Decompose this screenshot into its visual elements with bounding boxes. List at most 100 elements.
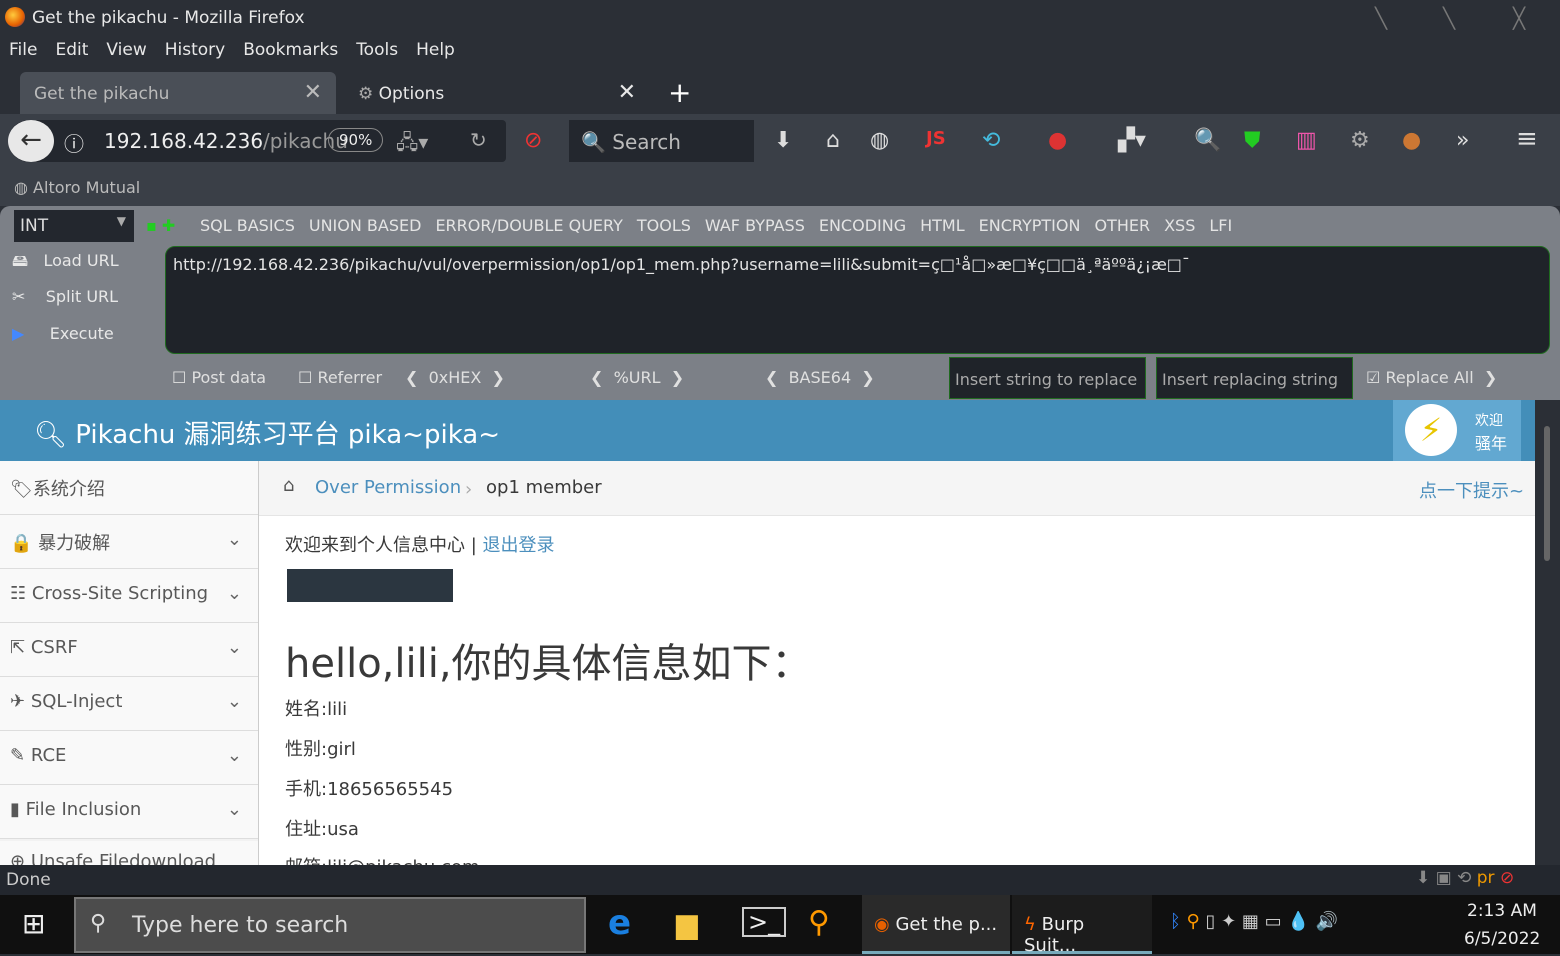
proxy-icon[interactable]: ⟲ — [982, 128, 1000, 153]
menu-encryption[interactable]: ENCRYPTION — [979, 216, 1081, 235]
scissors-icon: ✂ — [12, 287, 26, 306]
edge-icon[interactable]: e — [608, 903, 631, 943]
new-tab-button[interactable]: + — [668, 76, 691, 109]
tab-options[interactable]: ⚙ Options ✕ — [344, 72, 644, 114]
windows-start-icon[interactable]: ⊞ — [22, 907, 45, 940]
welcome-label: 欢迎 — [1475, 413, 1503, 429]
post-data-checkbox[interactable]: ☐ Post data — [172, 368, 266, 387]
menu-encoding[interactable]: ENCODING — [819, 216, 906, 235]
menu-union-based[interactable]: UNION BASED — [309, 216, 422, 235]
sidebar-item-csrf[interactable]: ⇱ CSRF ⌄ — [0, 623, 258, 677]
taskbar: ⊞ ⚲ Type here to search e ▆ >_ ⚲ ◉ Get th… — [0, 895, 1560, 956]
menu-view[interactable]: View — [106, 40, 146, 60]
breadcrumb-parent[interactable]: Over Permission — [315, 477, 461, 498]
base64-buttons[interactable]: ❮ BASE64 ❯ — [765, 368, 875, 387]
inspect-icon[interactable]: 🔍 — [1194, 128, 1221, 153]
noscript-icon[interactable]: ⊘ — [524, 128, 542, 153]
hackbar-icon[interactable]: ● — [1048, 128, 1067, 153]
menu-history[interactable]: History — [165, 40, 225, 60]
replace-all-checkbox[interactable]: ☑ Replace All ❯ — [1366, 368, 1497, 387]
maximize-button[interactable]: ╲ — [1443, 6, 1455, 30]
sidebar-item-brute-force[interactable]: 🔒 暴力破解 ⌄ — [0, 515, 258, 569]
menu-tools[interactable]: TOOLS — [637, 216, 691, 235]
type-select[interactable]: INT ▼ — [14, 210, 134, 242]
minimize-button[interactable]: ╲ — [1375, 6, 1387, 30]
sidebar-item-sqli[interactable]: ✈ SQL-Inject ⌄ — [0, 677, 258, 731]
sidebar: 🏷系统介绍 🔒 暴力破解 ⌄ ☷ Cross-Site Scripting ⌄ ⇱ … — [0, 461, 259, 871]
page-scrollbar[interactable] — [1535, 400, 1560, 865]
menu-error-double-query[interactable]: ERROR/DOUBLE QUERY — [435, 216, 622, 235]
extension-icon[interactable]: ▥ — [1296, 128, 1317, 153]
sidebar-item-xss[interactable]: ☷ Cross-Site Scripting ⌄ — [0, 569, 258, 623]
taskbar-burp[interactable]: ϟ Burp Suit... — [1012, 895, 1152, 956]
home-icon[interactable]: ⌂ — [826, 128, 840, 153]
user-menu[interactable]: ⚡ 欢迎 骚年 — [1393, 400, 1521, 461]
replace-to-input[interactable]: Insert replacing string — [1156, 357, 1353, 399]
sidebar-item-intro[interactable]: 🏷系统介绍 — [0, 461, 258, 515]
cookie-icon[interactable]: ● — [1402, 128, 1421, 153]
page-actions-icon[interactable]: 🖧▾ — [396, 128, 428, 162]
menu-bookmarks[interactable]: Bookmarks — [243, 40, 338, 60]
taskbar-firefox[interactable]: ◉ Get the p... — [862, 895, 1010, 954]
url-bar[interactable]: ← ⓘ 192.168.42.236/pikachu 90% 🖧▾ ↻ — [8, 120, 506, 162]
terminal-icon[interactable]: >_ — [742, 907, 787, 937]
referrer-checkbox[interactable]: ☐ Referrer — [298, 368, 382, 387]
reload-icon[interactable]: ↻ — [470, 128, 487, 152]
overflow-icon[interactable]: » — [1456, 128, 1469, 153]
menu-file[interactable]: File — [9, 40, 37, 60]
hamburger-menu-icon[interactable]: ≡ — [1516, 124, 1538, 154]
menu-sql-basics[interactable]: SQL BASICS — [200, 216, 295, 235]
search-input[interactable]: 🔍 Search — [569, 120, 754, 162]
site-title[interactable]: 🔍︎ Pikachu 漏洞练习平台 pika~pika~ — [34, 414, 500, 451]
close-tab-icon[interactable]: ✕ — [618, 80, 636, 105]
taskbar-search-input[interactable]: ⚲ Type here to search — [74, 897, 586, 953]
breadcrumb-current: op1 member — [486, 477, 602, 498]
back-button[interactable]: ← — [8, 120, 54, 162]
zoom-level[interactable]: 90% — [328, 128, 384, 152]
sidebar-item-rce[interactable]: ✎ RCE ⌄ — [0, 731, 258, 785]
url-textarea[interactable]: http://192.168.42.236/pikachu/vul/overpe… — [165, 246, 1550, 354]
sidebar-item-file-inclusion[interactable]: ▮ File Inclusion ⌄ — [0, 785, 258, 839]
replace-from-input[interactable]: Insert string to replace — [949, 357, 1146, 399]
clock-date[interactable]: 6/5/2022 — [1464, 929, 1540, 949]
gear-icon: ⚙ — [358, 84, 379, 104]
logout-link[interactable]: 退出登录 — [483, 535, 555, 556]
share-icon: ⇱ — [10, 637, 26, 658]
screenshot-icon[interactable]: ▞▾ — [1118, 128, 1146, 153]
chevron-down-icon: ⌄ — [226, 799, 242, 820]
close-window-button[interactable]: ╳ — [1513, 6, 1525, 30]
hidden-button[interactable] — [287, 569, 453, 602]
tray-icons[interactable]: ᛒ ⚲ ▯ ✦ ▦ ▭ 💧 🔊 — [1170, 911, 1338, 932]
menu-help[interactable]: Help — [416, 40, 455, 60]
clock-time[interactable]: 2:13 AM — [1467, 901, 1537, 921]
url-text[interactable]: 192.168.42.236/pikachu — [104, 129, 348, 153]
menu-xss[interactable]: XSS — [1164, 216, 1195, 235]
split-url-button[interactable]: ✂ Split URL — [12, 287, 118, 306]
menu-other[interactable]: OTHER — [1094, 216, 1150, 235]
hint-link[interactable]: 点一下提示~ — [1419, 477, 1524, 503]
wappalyzer-icon[interactable]: ⛊ — [1244, 128, 1261, 153]
menu-html[interactable]: HTML — [920, 216, 965, 235]
list-icon: ☷ — [10, 583, 27, 604]
menu-edit[interactable]: Edit — [55, 40, 88, 60]
menu-waf-bypass[interactable]: WAF BYPASS — [705, 216, 805, 235]
add-remove-icon[interactable]: ▪ ✚ — [146, 216, 175, 235]
home-icon[interactable]: ⌂ — [283, 475, 294, 496]
url-encode-buttons[interactable]: ❮ %URL ❯ — [590, 368, 684, 387]
hex-buttons[interactable]: ❮ 0xHEX ❯ — [405, 368, 505, 387]
tab-pikachu[interactable]: Get the pikachu ✕ — [20, 72, 336, 114]
js-icon[interactable]: JS — [926, 128, 946, 149]
addon-icon[interactable]: ◍ — [870, 128, 889, 153]
menu-tools[interactable]: Tools — [356, 40, 398, 60]
file-explorer-icon[interactable]: ▆ — [676, 907, 698, 940]
menu-lfi[interactable]: LFI — [1209, 216, 1232, 235]
menu-bar: File Edit View History Bookmarks Tools Help — [0, 36, 1560, 66]
close-tab-icon[interactable]: ✕ — [304, 80, 322, 105]
search-app-icon[interactable]: ⚲ — [808, 905, 830, 940]
info-icon[interactable]: ⓘ — [64, 128, 84, 157]
bookmark-altoro[interactable]: ◍ Altoro Mutual — [14, 178, 140, 197]
download-icon[interactable]: ⬇ — [774, 128, 792, 153]
execute-button[interactable]: ▶ Execute — [12, 324, 114, 343]
load-url-button[interactable]: 🖴 Load URL — [12, 250, 119, 277]
settings-icon[interactable]: ⚙ — [1350, 128, 1370, 153]
